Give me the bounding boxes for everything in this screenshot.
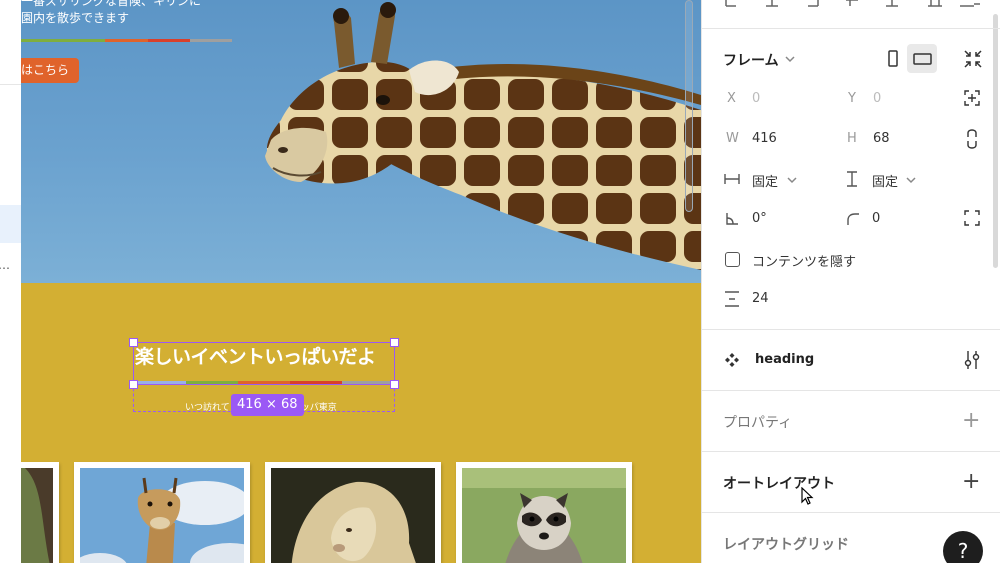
selection-size-badge: 416 × 68 <box>231 394 304 416</box>
align-top-icon <box>846 0 858 6</box>
selection-box[interactable] <box>133 342 395 385</box>
divider <box>702 390 1000 391</box>
component-name[interactable]: heading <box>755 352 814 367</box>
height-input[interactable]: 68 <box>873 131 890 146</box>
gap-input[interactable]: 24 <box>752 291 769 306</box>
giraffe-photo <box>265 2 701 270</box>
independent-corners-icon[interactable] <box>964 210 980 226</box>
raccoon-thumbnail <box>462 468 626 563</box>
auto-layout-section-title: オートレイアウト <box>723 476 835 492</box>
corner-radius-input[interactable]: 0 <box>872 211 880 226</box>
width-input[interactable]: 416 <box>752 131 777 146</box>
align-bottom-icon <box>928 0 942 7</box>
component-settings-icon[interactable] <box>964 350 980 370</box>
photo-card-raccoon[interactable] <box>456 462 632 563</box>
properties-section-title: プロパティ <box>723 415 793 431</box>
component-icon <box>725 353 739 367</box>
giraffe-thumbnail <box>80 468 244 563</box>
hero-section[interactable]: 一番ズサリングな冒険、キリンに 園内を散歩できます はこちら <box>21 0 701 283</box>
shrink-to-fit-icon[interactable] <box>964 50 982 68</box>
alignment-toolbar <box>725 0 980 7</box>
resize-handle-top-left[interactable] <box>129 338 138 347</box>
clip-content-label: コンテンツを隠す <box>752 255 857 270</box>
hero-color-stripe <box>21 39 233 42</box>
rotation-icon <box>726 213 738 225</box>
x-input[interactable]: 0 <box>752 91 760 106</box>
corner-radius-icon <box>847 213 859 225</box>
clip-content-checkbox[interactable] <box>725 252 740 267</box>
vertical-sizing-select[interactable]: 固定 <box>872 171 898 190</box>
layout-grid-section-title: レイアウトグリッド <box>723 537 849 553</box>
divider <box>702 512 1000 513</box>
portrait-frame-icon[interactable] <box>888 50 898 68</box>
absolute-position-icon[interactable] <box>964 90 980 106</box>
align-center-v-icon <box>886 0 898 7</box>
chevron-down-icon[interactable] <box>786 175 798 185</box>
landscape-frame-icon[interactable] <box>913 53 933 65</box>
fixed-width-icon <box>724 174 740 184</box>
panel-scrollbar[interactable] <box>993 14 998 268</box>
resize-handle-top-right[interactable] <box>390 338 399 347</box>
align-left-icon <box>725 0 736 7</box>
mouse-cursor-icon <box>801 487 814 505</box>
divider <box>702 451 1000 452</box>
layer-overflow-text: … <box>0 258 10 272</box>
chevron-down-icon[interactable] <box>784 54 796 64</box>
resize-handle-bottom-right[interactable] <box>390 380 399 389</box>
hero-cta-button[interactable]: はこちら <box>21 58 80 83</box>
photo-card-giraffe[interactable] <box>74 462 250 563</box>
w-label: W <box>726 131 739 146</box>
y-label: Y <box>848 91 856 106</box>
frame-section-title[interactable]: フレーム <box>723 50 779 70</box>
section-subtext-left: いつ訪れて <box>185 403 230 413</box>
photo-card-tree[interactable] <box>21 462 59 563</box>
hero-description-line-2: 園内を散歩できます <box>21 11 130 25</box>
layer-row-selected[interactable] <box>0 205 21 243</box>
canvas-scrollbar[interactable] <box>685 0 693 212</box>
resize-handle-bottom-left[interactable] <box>129 380 138 389</box>
align-right-icon <box>808 0 819 7</box>
help-button[interactable]: ? <box>943 531 983 563</box>
layers-divider <box>0 84 21 85</box>
x-label: X <box>727 91 736 106</box>
divider <box>702 329 1000 330</box>
layers-panel-edge: … <box>0 0 21 563</box>
properties-panel: フレーム X 0 Y 0 W 416 H 68 固定 固定 0° 0 コンテンツ… <box>701 0 1000 563</box>
horizontal-sizing-select[interactable]: 固定 <box>752 171 778 190</box>
lion-thumbnail <box>271 468 435 563</box>
hero-description-line-1: 一番ズサリングな冒険、キリンに <box>21 0 202 8</box>
constrain-proportions-icon[interactable] <box>966 129 978 149</box>
design-canvas[interactable]: 一番ズサリングな冒険、キリンに 園内を散歩できます はこちら 楽しいイベントいっ… <box>21 0 701 563</box>
h-label: H <box>847 131 857 146</box>
divider <box>702 28 1000 29</box>
spacing-between-icon <box>725 291 739 307</box>
chevron-down-icon[interactable] <box>905 175 917 185</box>
add-auto-layout-button[interactable]: + <box>962 471 980 493</box>
align-center-h-icon <box>766 0 778 7</box>
distribute-icon <box>960 3 980 7</box>
photo-card-lion[interactable] <box>265 462 441 563</box>
add-property-button[interactable]: + <box>962 410 980 432</box>
tree-photo <box>21 468 53 563</box>
fixed-height-icon <box>847 171 857 187</box>
y-input[interactable]: 0 <box>873 91 881 106</box>
rotation-input[interactable]: 0° <box>752 211 767 226</box>
